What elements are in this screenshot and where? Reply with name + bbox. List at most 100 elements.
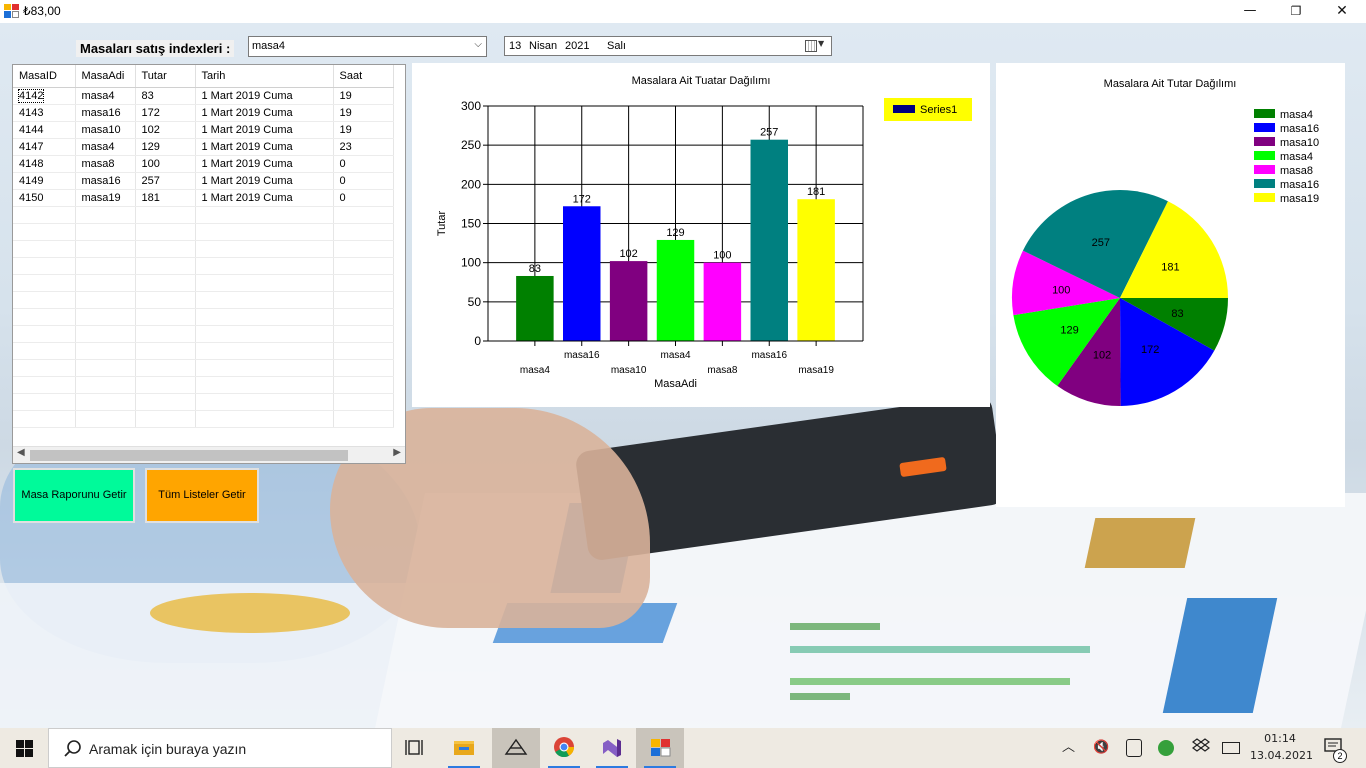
cell-tutar[interactable] xyxy=(135,291,196,309)
chevron-down-icon[interactable]: ⌵ xyxy=(474,39,482,50)
cell-masaid[interactable]: 4144 xyxy=(13,121,76,139)
empty-table-row[interactable] xyxy=(13,359,394,377)
minimize-button[interactable]: — xyxy=(1227,0,1273,23)
cell-tarih[interactable]: 1 Mart 2019 Cuma xyxy=(195,138,334,156)
cell-tutar[interactable] xyxy=(135,325,196,343)
cell-masaadi[interactable] xyxy=(75,240,136,258)
table-row[interactable]: 4149 masa16 257 1 Mart 2019 Cuma 0 xyxy=(13,172,394,190)
cell-masaid[interactable]: 4147 xyxy=(13,138,76,156)
cell-masaid[interactable] xyxy=(13,240,76,258)
cell-masaid[interactable]: 4150 xyxy=(13,189,76,207)
cell-masaadi[interactable]: masa16 xyxy=(75,104,136,122)
cell-tarih[interactable]: 1 Mart 2019 Cuma xyxy=(195,155,334,173)
cell-tarih[interactable] xyxy=(195,325,334,343)
cell-tutar[interactable]: 181 xyxy=(135,189,196,207)
cell-saat[interactable] xyxy=(333,376,394,394)
cell-masaadi[interactable]: masa4 xyxy=(75,138,136,156)
cell-tutar[interactable]: 129 xyxy=(135,138,196,156)
table-report-button[interactable]: Masa Raporunu Getir xyxy=(13,468,135,523)
cell-masaid[interactable]: 4149 xyxy=(13,172,76,190)
cell-tarih[interactable] xyxy=(195,274,334,292)
empty-table-row[interactable] xyxy=(13,274,394,292)
cell-saat[interactable]: 0 xyxy=(333,155,394,173)
cell-saat[interactable]: 0 xyxy=(333,172,394,190)
empty-table-row[interactable] xyxy=(13,308,394,326)
cell-tarih[interactable]: 1 Mart 2019 Cuma xyxy=(195,121,334,139)
cell-saat[interactable]: 19 xyxy=(333,87,394,105)
cell-masaadi[interactable] xyxy=(75,257,136,275)
cell-tutar[interactable]: 172 xyxy=(135,104,196,122)
cell-tutar[interactable] xyxy=(135,206,196,224)
cell-masaid[interactable] xyxy=(13,308,76,326)
cell-masaadi[interactable] xyxy=(75,223,136,241)
cell-tutar[interactable]: 257 xyxy=(135,172,196,190)
cell-tutar[interactable] xyxy=(135,308,196,326)
cell-masaid[interactable] xyxy=(13,291,76,309)
cell-tarih[interactable] xyxy=(195,308,334,326)
cell-masaid[interactable] xyxy=(13,359,76,377)
cell-masaid[interactable] xyxy=(13,274,76,292)
cell-masaid[interactable] xyxy=(13,223,76,241)
table-select-dropdown[interactable]: masa4 ⌵ xyxy=(248,36,487,57)
cell-saat[interactable] xyxy=(333,291,394,309)
empty-table-row[interactable] xyxy=(13,376,394,394)
table-row[interactable]: 4143 masa16 172 1 Mart 2019 Cuma 19 xyxy=(13,104,394,122)
cell-masaid[interactable]: 4142 xyxy=(13,87,76,105)
cell-masaid[interactable] xyxy=(13,376,76,394)
cell-tutar[interactable]: 102 xyxy=(135,121,196,139)
all-lists-button[interactable]: Tüm Listeler Getir xyxy=(145,468,259,523)
pinned-app-button[interactable] xyxy=(492,728,540,768)
cell-saat[interactable] xyxy=(333,410,394,428)
table-row[interactable]: 4142 masa4 83 1 Mart 2019 Cuma 19 xyxy=(13,87,394,105)
start-button[interactable] xyxy=(0,728,48,768)
cell-masaadi[interactable]: masa19 xyxy=(75,189,136,207)
cell-masaid[interactable]: 4143 xyxy=(13,104,76,122)
cell-tutar[interactable] xyxy=(135,376,196,394)
empty-table-row[interactable] xyxy=(13,291,394,309)
cell-tutar[interactable] xyxy=(135,240,196,258)
column-header-tutar[interactable]: Tutar xyxy=(135,65,196,88)
cell-masaadi[interactable] xyxy=(75,308,136,326)
empty-table-row[interactable] xyxy=(13,223,394,241)
cell-tarih[interactable] xyxy=(195,359,334,377)
cell-tarih[interactable]: 1 Mart 2019 Cuma xyxy=(195,104,334,122)
empty-table-row[interactable] xyxy=(13,325,394,343)
cell-tarih[interactable] xyxy=(195,410,334,428)
cell-tarih[interactable]: 1 Mart 2019 Cuma xyxy=(195,172,334,190)
tray-chevron-icon[interactable]: ︿ xyxy=(1062,728,1075,768)
cell-tarih[interactable] xyxy=(195,376,334,394)
cell-saat[interactable] xyxy=(333,240,394,258)
cell-masaadi[interactable]: masa8 xyxy=(75,155,136,173)
cell-saat[interactable]: 0 xyxy=(333,189,394,207)
cell-masaid[interactable] xyxy=(13,410,76,428)
cell-tarih[interactable] xyxy=(195,206,334,224)
cell-masaadi[interactable] xyxy=(75,291,136,309)
cell-masaadi[interactable] xyxy=(75,359,136,377)
column-header-tarih[interactable]: Tarih xyxy=(195,65,334,88)
cell-saat[interactable] xyxy=(333,206,394,224)
clock-date[interactable]: 13.04.2021 xyxy=(1250,749,1313,763)
cell-masaadi[interactable] xyxy=(75,325,136,343)
empty-table-row[interactable] xyxy=(13,393,394,411)
cell-masaadi[interactable]: masa16 xyxy=(75,172,136,190)
windows-form-app-button[interactable] xyxy=(636,728,684,768)
visual-studio-button[interactable] xyxy=(588,728,636,768)
cell-tutar[interactable] xyxy=(135,223,196,241)
cell-masaid[interactable] xyxy=(13,325,76,343)
cell-saat[interactable] xyxy=(333,274,394,292)
column-header-saat[interactable]: Saat xyxy=(333,65,394,88)
cell-masaid[interactable]: 4148 xyxy=(13,155,76,173)
cell-saat[interactable] xyxy=(333,308,394,326)
cell-saat[interactable] xyxy=(333,257,394,275)
horizontal-scrollbar[interactable]: ◀ ▶ xyxy=(13,446,405,463)
chrome-button[interactable] xyxy=(540,728,588,768)
clock-time[interactable]: 01:14 xyxy=(1258,732,1302,746)
cell-saat[interactable] xyxy=(333,342,394,360)
cell-masaadi[interactable] xyxy=(75,342,136,360)
cell-masaid[interactable] xyxy=(13,257,76,275)
table-row[interactable]: 4144 masa10 102 1 Mart 2019 Cuma 19 xyxy=(13,121,394,139)
date-month[interactable]: Nisan xyxy=(529,40,557,52)
cell-tutar[interactable] xyxy=(135,274,196,292)
empty-table-row[interactable] xyxy=(13,206,394,224)
empty-table-row[interactable] xyxy=(13,342,394,360)
